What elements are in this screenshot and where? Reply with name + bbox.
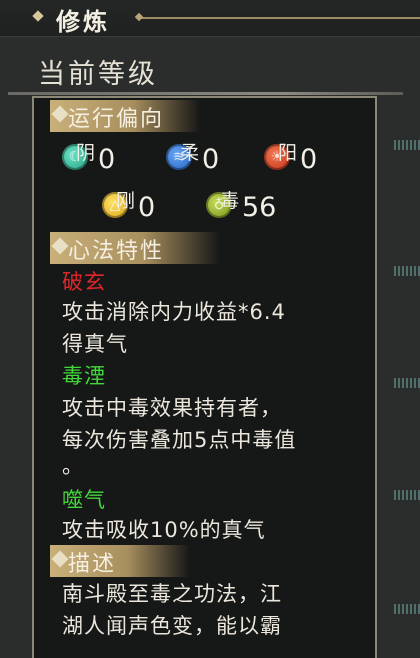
trait-desc-line: 。 bbox=[62, 454, 84, 478]
stat-name: 阴 bbox=[76, 142, 96, 164]
stat-name: 阳 bbox=[278, 142, 298, 164]
trait-desc-line: 每次伤害叠加5点中毒值 bbox=[62, 428, 297, 452]
description-heading: 描述 bbox=[68, 552, 117, 577]
stat-value: 0 bbox=[98, 144, 116, 175]
description-line: 南斗殿至毒之功法，江 bbox=[62, 582, 282, 606]
stat-value: 0 bbox=[202, 144, 220, 175]
side-tab-marker[interactable] bbox=[394, 378, 420, 388]
page-title: 修炼 bbox=[56, 8, 110, 36]
level-divider bbox=[8, 92, 403, 95]
orientation-banner: 运行偏向 bbox=[50, 100, 200, 132]
trait-desc-line: 攻击消除内力收益*6.4 bbox=[62, 300, 286, 324]
stat-name: 柔 bbox=[180, 142, 200, 164]
trait-name: 毒湮 bbox=[62, 364, 106, 388]
trait-desc-line: 得真气 bbox=[62, 332, 128, 356]
diamond-icon bbox=[32, 10, 44, 22]
trait-desc-line: 攻击吸收10%的真气 bbox=[62, 518, 266, 542]
stat-value: 56 bbox=[242, 192, 277, 223]
orientation-heading: 运行偏向 bbox=[68, 107, 165, 132]
top-bar: 修炼 bbox=[0, 0, 420, 37]
stat-value: 0 bbox=[138, 192, 156, 223]
trait-name: 破玄 bbox=[62, 270, 106, 294]
trait-name: 噬气 bbox=[62, 488, 106, 512]
traits-heading: 心法特性 bbox=[68, 239, 165, 264]
current-level-label: 当前等级 bbox=[38, 59, 158, 90]
description-banner: 描述 bbox=[50, 545, 190, 577]
side-tab-marker[interactable] bbox=[394, 490, 420, 500]
stat-name: 毒 bbox=[220, 190, 240, 212]
stat-name: 刚 bbox=[116, 190, 136, 212]
side-tab-marker[interactable] bbox=[394, 140, 420, 150]
stat-value: 0 bbox=[300, 144, 318, 175]
title-divider bbox=[140, 17, 420, 19]
side-tab-marker[interactable] bbox=[394, 266, 420, 276]
traits-banner: 心法特性 bbox=[50, 232, 220, 264]
trait-desc-line: 攻击中毒效果持有者， bbox=[62, 396, 282, 420]
side-tab-marker[interactable] bbox=[394, 604, 420, 614]
description-line: 湖人闻声色变，能以霸 bbox=[62, 614, 282, 638]
